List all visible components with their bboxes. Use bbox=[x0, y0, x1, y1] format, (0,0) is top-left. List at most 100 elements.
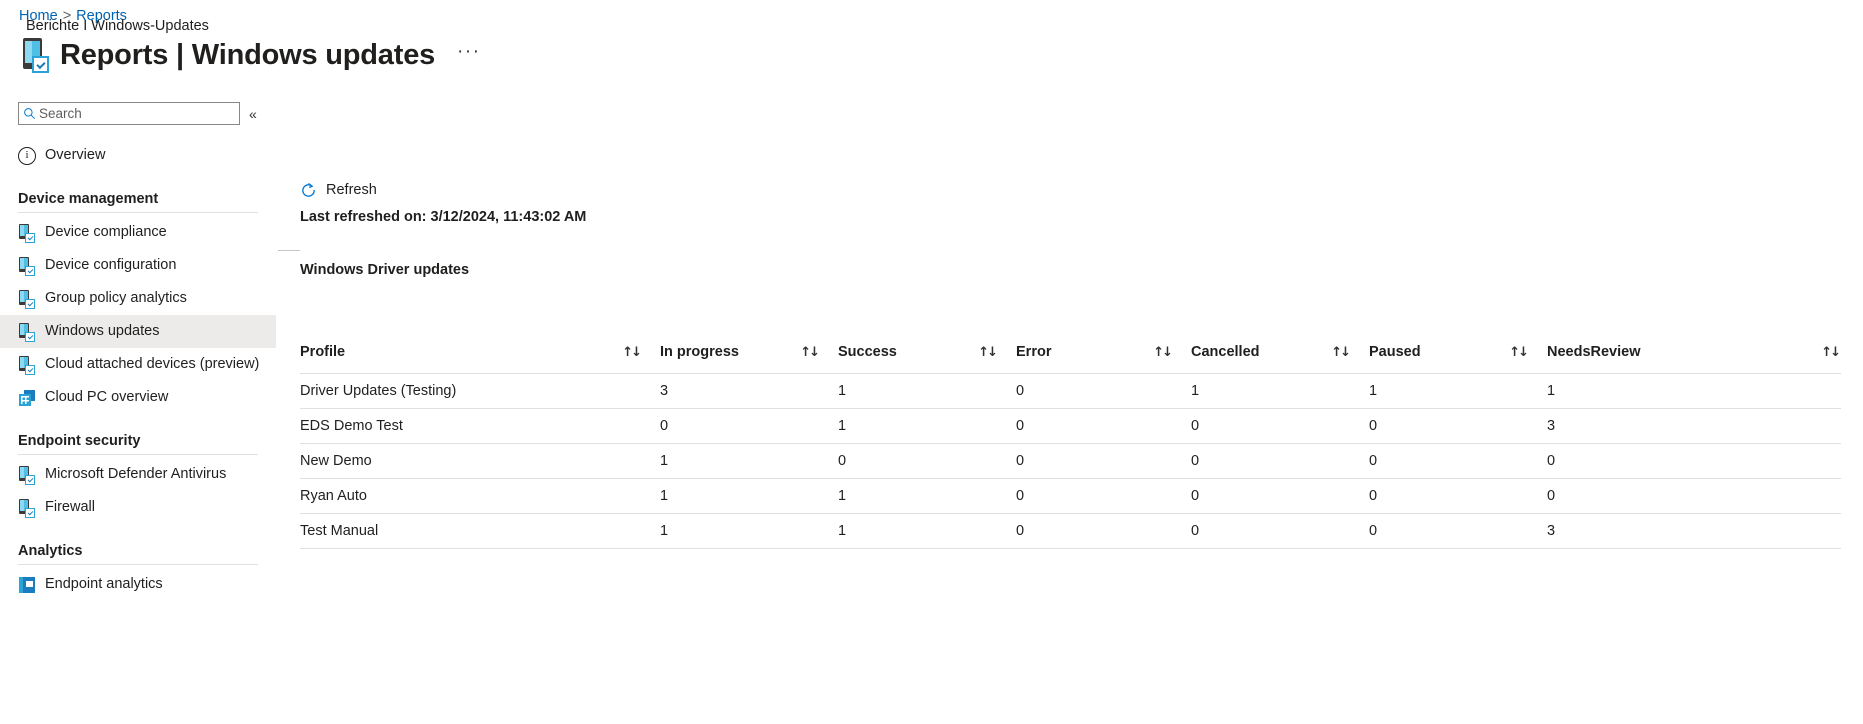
driver-updates-table: Profile ↑↓ In progress ↑↓ Success bbox=[300, 344, 1841, 549]
column-header-paused[interactable]: Paused ↑↓ bbox=[1369, 344, 1547, 374]
sidebar-item-group-policy-analytics[interactable]: Group policy analytics bbox=[0, 282, 276, 315]
cell-cancelled: 0 bbox=[1191, 444, 1369, 479]
cell-needsreview: 3 bbox=[1547, 409, 1841, 444]
refresh-button[interactable]: Refresh bbox=[300, 180, 377, 200]
sort-icon[interactable]: ↑↓ bbox=[978, 345, 996, 360]
table-row[interactable]: Ryan Auto 1 1 0 0 0 0 bbox=[300, 479, 1841, 514]
sidebar-item-device-compliance[interactable]: Device compliance bbox=[0, 216, 276, 249]
cell-error: 0 bbox=[1016, 514, 1191, 549]
cell-cancelled: 0 bbox=[1191, 409, 1369, 444]
device-check-icon bbox=[18, 224, 36, 242]
cell-paused: 0 bbox=[1369, 444, 1547, 479]
cell-profile: Test Manual bbox=[300, 514, 660, 549]
sidebar-item-label: Group policy analytics bbox=[45, 291, 187, 306]
collapse-sidebar-button[interactable]: « bbox=[249, 107, 257, 121]
last-refreshed-text: Last refreshed on: 3/12/2024, 11:43:02 A… bbox=[300, 209, 586, 225]
search-icon bbox=[19, 107, 39, 120]
column-header-label: Profile bbox=[300, 344, 345, 360]
cell-needsreview: 0 bbox=[1547, 444, 1841, 479]
cell-success: 1 bbox=[838, 479, 1016, 514]
sidebar-item-label: Cloud PC overview bbox=[45, 390, 168, 405]
column-header-profile[interactable]: Profile ↑↓ bbox=[300, 344, 660, 374]
column-header-label: In progress bbox=[660, 344, 739, 360]
table-row[interactable]: Test Manual 1 1 0 0 0 3 bbox=[300, 514, 1841, 549]
sidebar: « i Overview Device management Device co… bbox=[0, 96, 276, 724]
analytics-icon bbox=[18, 576, 36, 594]
sidebar-item-label: Endpoint analytics bbox=[45, 577, 163, 592]
device-check-icon bbox=[18, 290, 36, 308]
device-check-icon bbox=[18, 466, 36, 484]
sidebar-item-device-configuration[interactable]: Device configuration bbox=[0, 249, 276, 282]
sidebar-item-endpoint-analytics[interactable]: Endpoint analytics bbox=[0, 568, 276, 601]
cell-in-progress: 1 bbox=[660, 479, 838, 514]
refresh-icon bbox=[300, 182, 317, 199]
table-row[interactable]: New Demo 1 0 0 0 0 0 bbox=[300, 444, 1841, 479]
cell-in-progress: 1 bbox=[660, 444, 838, 479]
column-header-label: Paused bbox=[1369, 344, 1421, 360]
sort-icon[interactable]: ↑↓ bbox=[1153, 345, 1171, 360]
sidebar-section-title-device-management: Device management bbox=[0, 172, 276, 207]
sidebar-item-label: Windows updates bbox=[45, 324, 159, 339]
more-options-button[interactable]: ··· bbox=[457, 41, 480, 63]
sidebar-item-label: Device configuration bbox=[45, 258, 176, 273]
section-heading-windows-driver-updates: Windows Driver updates bbox=[300, 262, 469, 278]
cell-profile: EDS Demo Test bbox=[300, 409, 660, 444]
sidebar-item-firewall[interactable]: Firewall bbox=[0, 491, 276, 524]
cell-error: 0 bbox=[1016, 444, 1191, 479]
table-row[interactable]: EDS Demo Test 0 1 0 0 0 3 bbox=[300, 409, 1841, 444]
cell-profile: Ryan Auto bbox=[300, 479, 660, 514]
cell-paused: 1 bbox=[1369, 374, 1547, 409]
sort-icon[interactable]: ↑↓ bbox=[1509, 345, 1527, 360]
column-header-success[interactable]: Success ↑↓ bbox=[838, 344, 1016, 374]
search-input[interactable] bbox=[39, 106, 219, 121]
content-divider bbox=[278, 250, 300, 251]
cell-in-progress: 1 bbox=[660, 514, 838, 549]
device-check-icon bbox=[18, 257, 36, 275]
sidebar-section-divider bbox=[18, 454, 258, 455]
table-row[interactable]: Driver Updates (Testing) 3 1 0 1 1 1 bbox=[300, 374, 1841, 409]
driver-updates-table-wrap: Profile ↑↓ In progress ↑↓ Success bbox=[300, 344, 1841, 549]
cell-cancelled: 0 bbox=[1191, 514, 1369, 549]
cell-cancelled: 0 bbox=[1191, 479, 1369, 514]
sidebar-item-cloud-pc-overview[interactable]: Cloud PC overview bbox=[0, 381, 276, 414]
cloud-pc-icon bbox=[18, 389, 36, 407]
column-header-label: NeedsReview bbox=[1547, 344, 1641, 360]
cell-cancelled: 1 bbox=[1191, 374, 1369, 409]
sort-icon[interactable]: ↑↓ bbox=[1821, 345, 1839, 360]
device-check-icon bbox=[18, 35, 54, 75]
cell-profile: New Demo bbox=[300, 444, 660, 479]
breadcrumb-overlay-text: Berichte I Windows-Updates bbox=[26, 18, 209, 34]
cell-profile: Driver Updates (Testing) bbox=[300, 374, 660, 409]
sidebar-item-cloud-attached-devices[interactable]: Cloud attached devices (preview) bbox=[0, 348, 276, 381]
sidebar-item-microsoft-defender-antivirus[interactable]: Microsoft Defender Antivirus bbox=[0, 458, 276, 491]
cell-needsreview: 3 bbox=[1547, 514, 1841, 549]
page-title: Reports | Windows updates bbox=[60, 39, 435, 72]
cell-in-progress: 0 bbox=[660, 409, 838, 444]
info-icon: i bbox=[18, 147, 36, 165]
device-check-icon bbox=[18, 499, 36, 517]
main-content: Refresh Last refreshed on: 3/12/2024, 11… bbox=[276, 96, 1863, 724]
sort-icon[interactable]: ↑↓ bbox=[1331, 345, 1349, 360]
search-box[interactable] bbox=[18, 102, 240, 125]
sidebar-item-label: Firewall bbox=[45, 500, 95, 515]
sort-icon[interactable]: ↑↓ bbox=[622, 345, 640, 360]
cell-success: 1 bbox=[838, 409, 1016, 444]
sidebar-item-overview[interactable]: i Overview bbox=[0, 139, 276, 172]
cell-needsreview: 0 bbox=[1547, 479, 1841, 514]
device-check-icon bbox=[18, 356, 36, 374]
sidebar-item-windows-updates[interactable]: Windows updates bbox=[0, 315, 276, 348]
sort-icon[interactable]: ↑↓ bbox=[800, 345, 818, 360]
cell-paused: 0 bbox=[1369, 479, 1547, 514]
cell-paused: 0 bbox=[1369, 409, 1547, 444]
page-header: Reports | Windows updates ··· bbox=[18, 33, 481, 77]
sidebar-item-label: Microsoft Defender Antivirus bbox=[45, 467, 226, 482]
sidebar-item-label: Cloud attached devices (preview) bbox=[45, 357, 259, 372]
column-header-cancelled[interactable]: Cancelled ↑↓ bbox=[1191, 344, 1369, 374]
sidebar-item-label: Overview bbox=[45, 148, 105, 163]
column-header-needsreview[interactable]: NeedsReview ↑↓ bbox=[1547, 344, 1841, 374]
sidebar-section-divider bbox=[18, 212, 258, 213]
column-header-in-progress[interactable]: In progress ↑↓ bbox=[660, 344, 838, 374]
cell-error: 0 bbox=[1016, 409, 1191, 444]
cell-success: 0 bbox=[838, 444, 1016, 479]
column-header-error[interactable]: Error ↑↓ bbox=[1016, 344, 1191, 374]
